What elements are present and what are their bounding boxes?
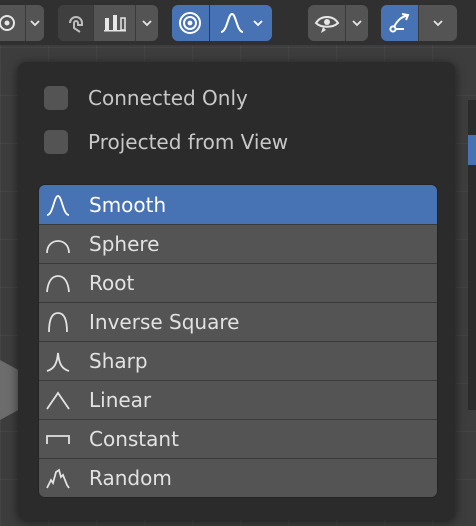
- falloff-item-random[interactable]: Random: [39, 458, 437, 497]
- gizmo-icon[interactable]: [381, 5, 418, 41]
- falloff-item-inverse-square[interactable]: Inverse Square: [39, 302, 437, 341]
- proportional-editing-group: [172, 5, 272, 41]
- falloff-item-label: Sharp: [89, 349, 148, 373]
- snap-increment-icon[interactable]: [93, 5, 135, 41]
- snap-magnet-icon[interactable]: [58, 5, 94, 41]
- projected-from-view-checkbox[interactable]: [44, 130, 68, 154]
- connected-only-option[interactable]: Connected Only: [44, 84, 248, 112]
- falloff-item-label: Constant: [89, 427, 179, 451]
- chevron-down-icon[interactable]: [25, 5, 44, 41]
- chevron-down-icon[interactable]: [135, 5, 158, 41]
- transform-pivot-icon[interactable]: [0, 5, 25, 41]
- falloff-item-label: Sphere: [89, 232, 160, 256]
- gizmo-group: [381, 5, 457, 41]
- falloff-item-linear[interactable]: Linear: [39, 380, 437, 419]
- projected-from-view-option[interactable]: Projected from View: [44, 128, 288, 156]
- snap-group: [58, 5, 158, 41]
- falloff-item-sphere[interactable]: Sphere: [39, 224, 437, 263]
- visibility-dropdown[interactable]: [308, 5, 368, 41]
- falloff-item-label: Inverse Square: [89, 310, 240, 334]
- falloff-smooth-icon: [220, 12, 244, 33]
- falloff-smooth-icon: [46, 194, 70, 216]
- falloff-inverse-square-icon: [48, 312, 68, 333]
- falloff-item-smooth[interactable]: Smooth: [39, 185, 437, 224]
- falloff-root-icon: [46, 275, 70, 293]
- falloff-item-label: Random: [89, 466, 172, 490]
- falloff-sharp-icon: [46, 352, 70, 372]
- falloff-item-label: Linear: [89, 388, 152, 412]
- chevron-down-icon[interactable]: [345, 5, 368, 41]
- proportional-editing-icon[interactable]: [172, 5, 209, 41]
- viewport-header: [0, 0, 476, 45]
- chevron-down-icon: [253, 20, 263, 27]
- connected-only-label: Connected Only: [88, 86, 248, 110]
- pivot-point-dropdown[interactable]: [0, 5, 44, 41]
- falloff-item-root[interactable]: Root: [39, 263, 437, 302]
- falloff-list: Smooth Sphere Root Inverse Square Sharp …: [38, 184, 438, 498]
- chevron-down-icon[interactable]: [417, 5, 457, 41]
- visibility-eye-icon[interactable]: [308, 5, 345, 41]
- projected-from-view-label: Projected from View: [88, 130, 289, 154]
- falloff-item-constant[interactable]: Constant: [39, 419, 437, 458]
- falloff-sphere-icon: [46, 240, 70, 254]
- connected-only-checkbox[interactable]: [44, 86, 68, 110]
- falloff-constant-icon: [46, 435, 70, 444]
- falloff-random-icon: [46, 468, 70, 489]
- falloff-item-sharp[interactable]: Sharp: [39, 341, 437, 380]
- proportional-editing-popover: Connected Only Projected from View Smoot…: [18, 62, 455, 520]
- sidebar-tab[interactable]: [468, 135, 476, 165]
- falloff-item-label: Root: [89, 271, 135, 295]
- falloff-item-label: Smooth: [89, 192, 167, 217]
- falloff-dropdown[interactable]: [208, 5, 272, 41]
- falloff-linear-icon: [46, 391, 70, 410]
